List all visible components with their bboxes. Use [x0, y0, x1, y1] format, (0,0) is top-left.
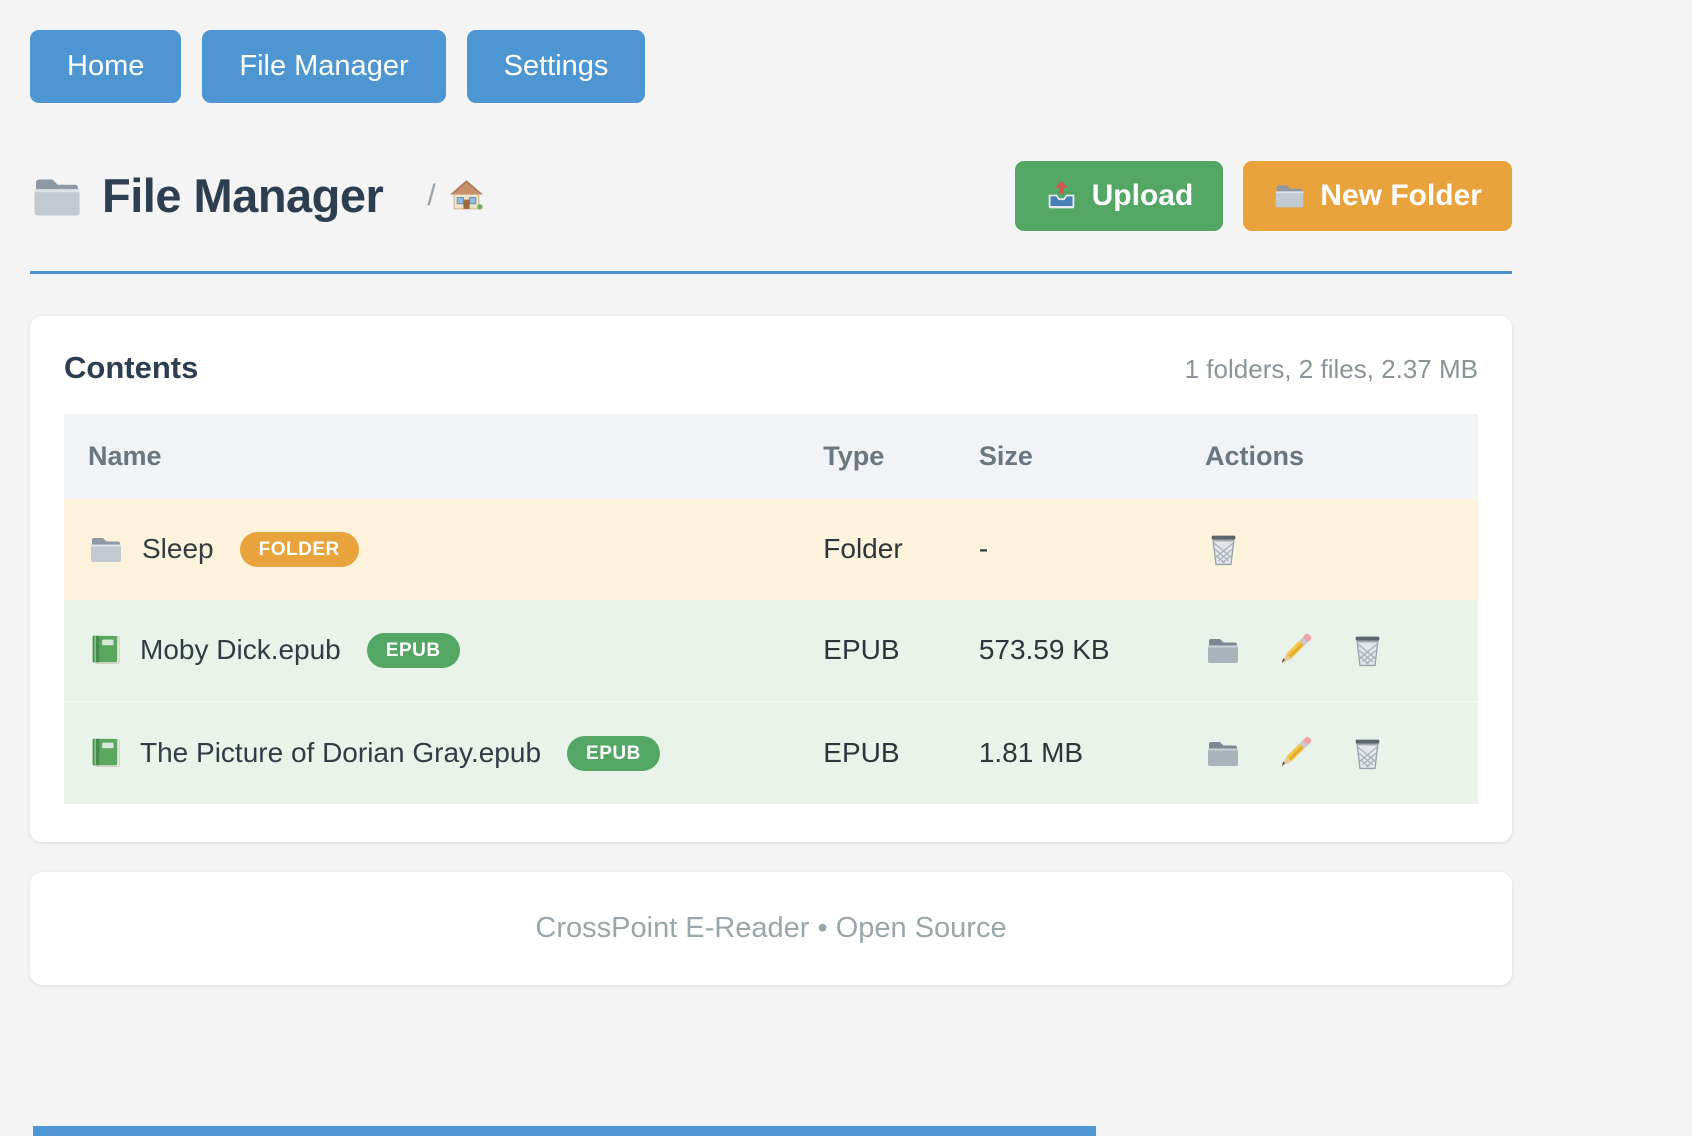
folder-icon	[1205, 735, 1241, 771]
breadcrumb-separator: /	[427, 179, 435, 213]
upload-button[interactable]: Upload	[1015, 161, 1224, 231]
delete-button[interactable]	[1205, 531, 1242, 568]
name-cell: Sleep FOLDER	[64, 499, 799, 600]
book-icon	[88, 633, 122, 667]
book-icon	[88, 736, 122, 770]
contents-card-header: Contents 1 folders, 2 files, 2.37 MB	[64, 350, 1478, 386]
contents-card: Contents 1 folders, 2 files, 2.37 MB Nam…	[30, 316, 1512, 842]
trash-icon	[1349, 735, 1386, 772]
footer-text: CrossPoint E-Reader • Open Source	[535, 912, 1006, 944]
breadcrumb: /	[427, 177, 484, 214]
column-header-size: Size	[955, 414, 1181, 499]
top-nav: Home File Manager Settings	[30, 0, 1512, 103]
upload-tray-icon	[1045, 179, 1078, 212]
size-cell: 573.59 KB	[955, 600, 1181, 702]
pencil-icon	[1277, 735, 1313, 771]
rename-button[interactable]	[1277, 632, 1313, 668]
move-button[interactable]	[1205, 735, 1241, 771]
size-cell: -	[955, 499, 1181, 600]
delete-button[interactable]	[1349, 632, 1386, 669]
home-icon[interactable]	[448, 177, 485, 214]
cropped-blue-bar	[33, 1126, 1096, 1136]
item-name[interactable]: Sleep	[142, 533, 214, 565]
name-cell: Moby Dick.epub EPUB	[64, 600, 799, 702]
type-cell: EPUB	[799, 600, 955, 702]
contents-heading: Contents	[64, 350, 198, 386]
folder-icon	[88, 531, 124, 567]
nav-home-button[interactable]: Home	[30, 30, 181, 103]
column-header-name: Name	[64, 414, 799, 499]
name-cell: The Picture of Dorian Gray.epub EPUB	[64, 702, 799, 804]
pencil-icon	[1277, 632, 1313, 668]
trash-icon	[1205, 531, 1242, 568]
folder-icon	[1205, 632, 1241, 668]
file-table-header: Name Type Size Actions	[64, 414, 1478, 499]
nav-settings-button[interactable]: Settings	[467, 30, 646, 103]
new-folder-button-label: New Folder	[1320, 178, 1482, 214]
trash-icon	[1349, 632, 1386, 669]
folder-icon	[1273, 179, 1306, 212]
upload-button-label: Upload	[1092, 178, 1194, 214]
nav-file-manager-button[interactable]: File Manager	[202, 30, 445, 103]
table-row-file-dorian-gray: The Picture of Dorian Gray.epub EPUB EPU…	[64, 702, 1478, 804]
item-name: The Picture of Dorian Gray.epub	[140, 737, 541, 769]
actions-cell	[1181, 702, 1478, 804]
page-title: File Manager	[102, 168, 383, 223]
footer-card: CrossPoint E-Reader • Open Source	[30, 872, 1512, 985]
page-header: File Manager /	[30, 161, 1512, 231]
table-row-file-moby-dick: Moby Dick.epub EPUB EPUB 573.59 KB	[64, 600, 1478, 702]
column-header-actions: Actions	[1181, 414, 1478, 499]
actions-cell	[1181, 600, 1478, 702]
header-divider	[30, 271, 1512, 274]
file-table: Name Type Size Actions	[64, 414, 1478, 804]
table-row-folder-sleep: Sleep FOLDER Folder -	[64, 499, 1478, 600]
move-button[interactable]	[1205, 632, 1241, 668]
type-cell: EPUB	[799, 702, 955, 804]
item-name: Moby Dick.epub	[140, 634, 341, 666]
folder-icon	[30, 169, 84, 223]
delete-button[interactable]	[1349, 735, 1386, 772]
epub-badge: EPUB	[367, 633, 460, 668]
type-cell: Folder	[799, 499, 955, 600]
size-cell: 1.81 MB	[955, 702, 1181, 804]
page-container: Home File Manager Settings File Manager …	[30, 0, 1512, 985]
epub-badge: EPUB	[567, 736, 660, 771]
column-header-type: Type	[799, 414, 955, 499]
contents-summary: 1 folders, 2 files, 2.37 MB	[1185, 354, 1478, 385]
title-group: File Manager /	[30, 168, 485, 223]
rename-button[interactable]	[1277, 735, 1313, 771]
actions-cell	[1181, 499, 1478, 600]
folder-badge: FOLDER	[240, 532, 359, 567]
new-folder-button[interactable]: New Folder	[1243, 161, 1512, 231]
